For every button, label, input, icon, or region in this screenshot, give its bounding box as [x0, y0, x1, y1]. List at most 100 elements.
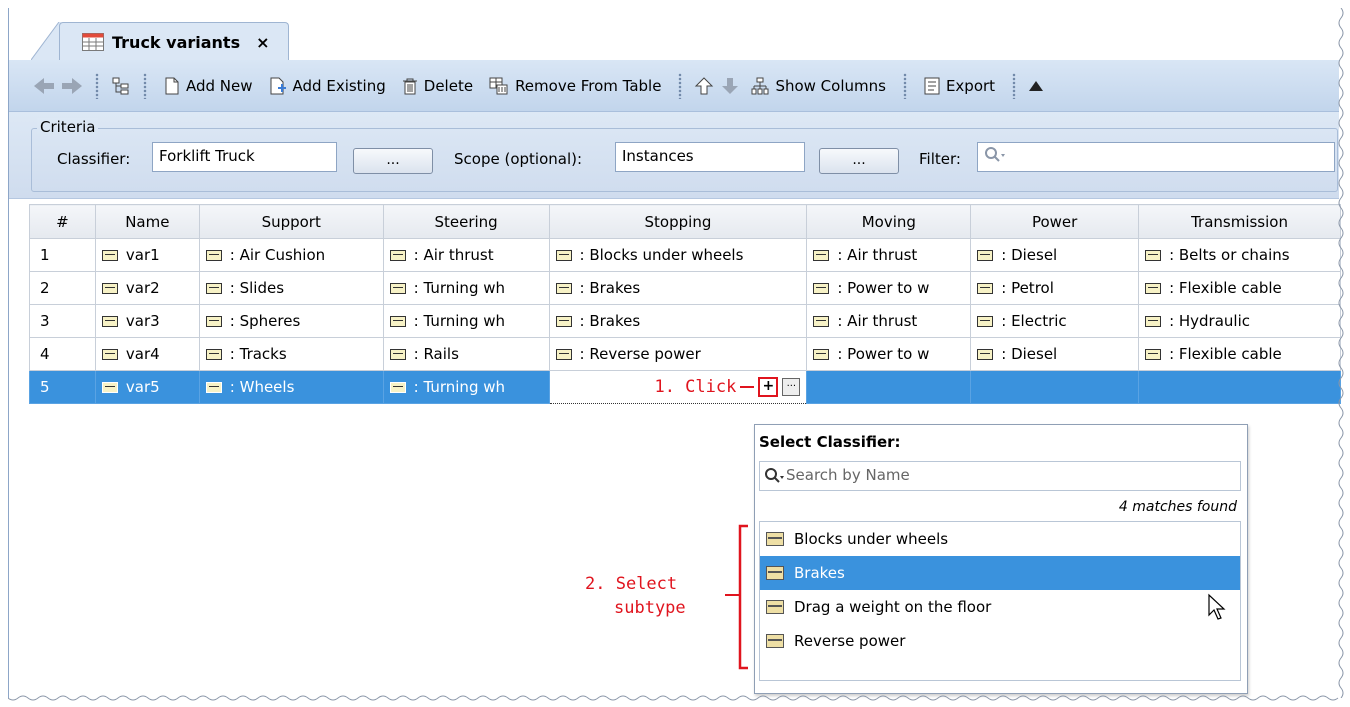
table-cell[interactable]: : Slides	[198, 271, 384, 305]
table-row-selected[interactable]: 5 var5 : Wheels : Turning wh 1. Click + …	[29, 370, 1341, 404]
table-cell[interactable]: var5	[94, 370, 200, 404]
table-cell[interactable]: : Tracks	[198, 337, 384, 371]
select-annotation-line1: 2. Select	[585, 574, 678, 594]
collapse-up-icon[interactable]	[1028, 79, 1044, 93]
list-item[interactable]: Reverse power	[760, 624, 1240, 658]
table-cell[interactable]: : Air thrust	[806, 304, 972, 338]
table-cell[interactable]: var2	[94, 271, 200, 305]
table-row[interactable]: 3 var3 : Spheres : Turning wh : Brakes :…	[29, 304, 1341, 338]
criteria-label: Criteria	[37, 118, 99, 136]
back-arrow-icon[interactable]	[33, 76, 55, 96]
table-cell[interactable]: : Diesel	[970, 337, 1140, 371]
cell-text: : Petrol	[1001, 279, 1054, 297]
table-cell[interactable]: : Air thrust	[806, 238, 972, 272]
add-new-button[interactable]: Add New	[159, 75, 258, 97]
table-cell[interactable]: var1	[94, 238, 200, 272]
table-cell[interactable]: : Rails	[382, 337, 550, 371]
table-cell[interactable]	[970, 370, 1140, 404]
filter-field[interactable]	[977, 142, 1335, 172]
cell-text: var4	[125, 345, 160, 363]
tab-truck-variants[interactable]: Truck variants ×	[59, 22, 289, 61]
move-up-icon[interactable]	[694, 76, 714, 96]
classifier-field[interactable]: Forklift Truck	[152, 142, 337, 172]
column-header[interactable]: Name	[94, 204, 200, 239]
list-item-highlighted[interactable]: Brakes	[760, 556, 1240, 590]
cell-text: : Tracks	[229, 345, 287, 363]
search-by-name-input[interactable]: Search by Name	[759, 461, 1241, 491]
add-existing-button[interactable]: Add Existing	[264, 75, 391, 97]
table-cell[interactable]: : Wheels	[198, 370, 384, 404]
toolbar: Add New Add Existing Delete Remove From …	[9, 60, 1339, 112]
column-header[interactable]: Power	[970, 204, 1140, 239]
instance-icon	[977, 315, 994, 327]
table-row[interactable]: 4 var4 : Tracks : Rails : Reverse power …	[29, 337, 1341, 371]
list-item[interactable]: Drag a weight on the floor	[760, 590, 1240, 624]
table-cell[interactable]: : Petrol	[970, 271, 1140, 305]
click-annotation: 1. Click	[654, 377, 737, 397]
instance-icon	[389, 315, 406, 327]
tab-close-button[interactable]: ×	[256, 33, 269, 52]
table-cell[interactable]: : Flexible cable	[1138, 271, 1341, 305]
table-cell[interactable]: : Reverse power	[548, 337, 808, 371]
table-cell[interactable]	[1138, 370, 1341, 404]
instance-icon	[1145, 249, 1162, 261]
tab-strip: Truck variants ×	[9, 8, 1339, 61]
add-subtype-button[interactable]: +	[758, 377, 779, 397]
table-cell[interactable]: : Diesel	[970, 238, 1140, 272]
instance-icon	[813, 282, 830, 294]
list-item[interactable]: Blocks under wheels	[760, 522, 1240, 556]
cell-text: : Blocks under wheels	[579, 246, 744, 264]
table-cell[interactable]: : Flexible cable	[1138, 337, 1341, 371]
remove-from-table-button[interactable]: Remove From Table	[484, 75, 666, 97]
table-cell[interactable]: var4	[94, 337, 200, 371]
column-header[interactable]: Moving	[806, 204, 972, 239]
add-existing-label: Add Existing	[292, 76, 386, 95]
column-header[interactable]: Support	[198, 204, 384, 239]
column-header[interactable]: Stopping	[548, 204, 808, 239]
move-down-icon[interactable]	[720, 76, 740, 96]
table-cell[interactable]	[806, 370, 972, 404]
table-cell[interactable]: : Hydraulic	[1138, 304, 1341, 338]
table-row[interactable]: 2 var2 : Slides : Turning wh : Brakes : …	[29, 271, 1341, 305]
table-cell[interactable]: : Power to w	[806, 271, 972, 305]
scope-label: Scope (optional):	[454, 150, 583, 168]
table-cell[interactable]: : Air Cushion	[198, 238, 384, 272]
column-header[interactable]: Transmission	[1138, 204, 1341, 239]
delete-button[interactable]: Delete	[397, 75, 478, 97]
table-cell[interactable]: : Spheres	[198, 304, 384, 338]
table-cell[interactable]: : Brakes	[548, 304, 808, 338]
stopping-cell-editor[interactable]: 1. Click + ...	[548, 370, 808, 404]
annotation-arrow	[740, 386, 755, 388]
scope-browse-button[interactable]: ...	[819, 148, 899, 174]
instance-icon	[555, 282, 572, 294]
scope-field[interactable]: Instances	[615, 142, 805, 172]
table-cell[interactable]: : Brakes	[548, 271, 808, 305]
table-row[interactable]: 1 var1 : Air Cushion : Air thrust : Bloc…	[29, 238, 1341, 272]
instance-icon	[101, 348, 118, 360]
cell-browse-button[interactable]: ...	[782, 378, 801, 396]
criteria-panel: Criteria Classifier: Forklift Truck ... …	[9, 112, 1339, 199]
row-number: 5	[29, 370, 96, 404]
column-header[interactable]: #	[29, 204, 96, 239]
table-cell[interactable]: : Turning wh	[382, 370, 550, 404]
export-button[interactable]: Export	[919, 75, 1000, 97]
table-cell[interactable]: : Turning wh	[382, 304, 550, 338]
table-cell[interactable]: : Turning wh	[382, 271, 550, 305]
table-cell[interactable]: : Blocks under wheels	[548, 238, 808, 272]
cell-text: : Flexible cable	[1169, 345, 1282, 363]
variants-table: # Name Support Steering Stopping Moving …	[29, 204, 1341, 404]
table-cell[interactable]: : Power to w	[806, 337, 972, 371]
classifier-browse-button[interactable]: ...	[353, 148, 433, 174]
remove-from-table-label: Remove From Table	[515, 76, 662, 95]
cell-text: : Turning wh	[413, 279, 506, 297]
forward-arrow-icon[interactable]	[61, 76, 83, 96]
table-cell[interactable]: var3	[94, 304, 200, 338]
cell-text: : Spheres	[229, 312, 301, 330]
column-header[interactable]: Steering	[382, 204, 550, 239]
table-cell[interactable]: : Air thrust	[382, 238, 550, 272]
table-cell[interactable]: : Electric	[970, 304, 1140, 338]
table-cell[interactable]: : Belts or chains	[1138, 238, 1341, 272]
instance-icon	[977, 282, 994, 294]
tree-view-icon[interactable]	[111, 76, 131, 96]
show-columns-button[interactable]: Show Columns	[746, 75, 891, 97]
